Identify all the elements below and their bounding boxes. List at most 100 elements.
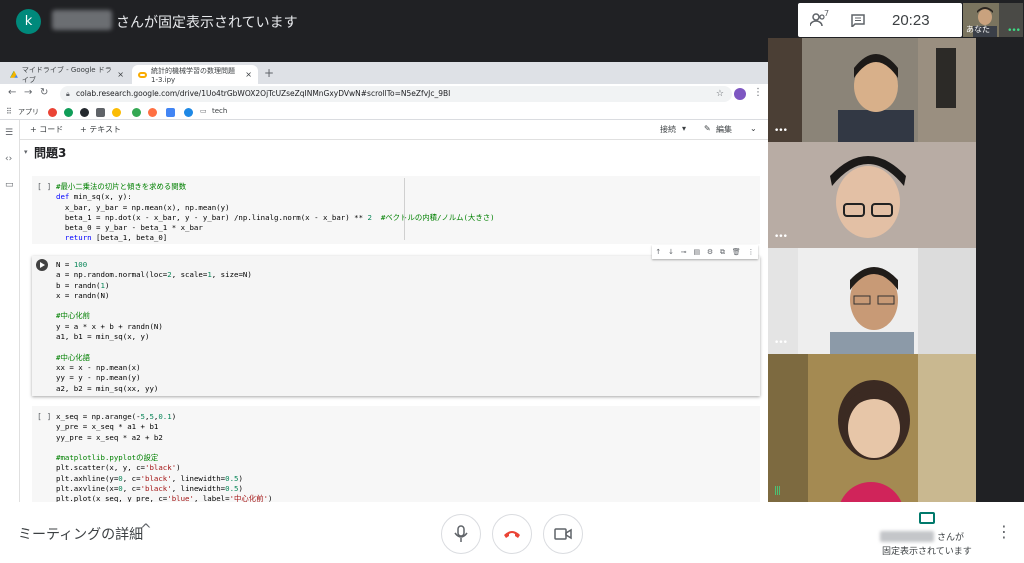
people-button[interactable]: 7 [798,3,838,37]
hangup-button[interactable] [492,514,532,554]
close-tab-icon[interactable]: × [117,70,124,79]
bookmark-apps[interactable]: アプリ [18,107,39,117]
code-cell-3[interactable]: [ ] x_seq = np.arange(-5,5,0.1) y_pre = x… [32,406,760,502]
bookmark-tech[interactable]: tech [212,107,227,115]
self-audio-indicator: ••• [1007,26,1021,36]
url-field[interactable]: 🔒︎ colab.research.google.com/drive/1Uo4t… [60,86,732,102]
participant-count: 7 [824,9,830,18]
code-line: yy = y - np.mean(y) [56,373,141,383]
github-icon[interactable] [80,108,89,117]
chat-button[interactable] [838,3,878,37]
files-icon[interactable]: ▭ [5,180,14,190]
folder-icon: ▭ [200,107,207,115]
add-text-button[interactable]: + テキスト [80,124,121,135]
link-icon[interactable]: ⊸ [681,248,687,256]
connect-dropdown-icon[interactable]: ▾ [682,124,686,133]
url-text: colab.research.google.com/drive/1Uo4trGb… [76,89,451,98]
settings-icon[interactable]: ⚙ [707,248,713,256]
chat-icon [851,13,865,27]
blurred-presenter-name [880,531,934,542]
code-line: return [beta_1, beta_0] [64,233,168,243]
bookmark-icon-1[interactable] [48,108,57,117]
bookmark-icon-9[interactable] [184,108,193,117]
tab-title: マイドライブ - Google ドライブ [21,65,112,84]
code-line: #matplotlib.pyplotの設定 [56,453,159,463]
participant-tile-1[interactable]: ••• [768,38,976,142]
comment-icon[interactable]: ▤ [693,248,700,256]
more-vert-icon[interactable]: ⋮ [996,522,1012,541]
more-icon[interactable]: ⋮ [748,248,755,256]
browser-tabstrip: マイドライブ - Google ドライブ × 統計的機械学習の数理問題1-3.i… [0,62,768,84]
bookmark-icon-8[interactable] [166,108,175,117]
code-line: yy_pre = x_seq * a2 + b2 [56,432,163,442]
meeting-details-button[interactable]: ミーティングの詳細 [18,524,143,544]
section-collapse-icon[interactable]: ▾ [24,148,28,156]
code-snippets-icon[interactable]: ‹› [5,154,12,164]
code-line: a2, b2 = min_sq(xx, yy) [56,383,159,393]
chevron-up-icon[interactable]: ^ [140,522,152,538]
bookmark-icon-4[interactable] [96,108,105,117]
bookmark-icon-7[interactable] [148,108,157,117]
bookmark-icon-2[interactable] [64,108,73,117]
shared-screen: マイドライブ - Google ドライブ × 統計的機械学習の数理問題1-3.i… [0,62,768,502]
move-up-icon[interactable]: ↑ [655,248,661,256]
move-down-icon[interactable]: ↓ [668,248,674,256]
forward-icon[interactable]: → [24,87,32,98]
presenting-label-line2: 固定表示されています [882,547,972,557]
code-line: beta_1 = np.dot(x - x_bar, y - y_bar) /n… [56,212,495,222]
code-line: plt.scatter(x, y, c='black') [56,463,181,473]
bookmark-star-icon[interactable]: ☆ [716,86,724,102]
run-cell-button[interactable] [36,259,48,271]
cell-bracket: [ ] [37,182,52,191]
delete-icon[interactable]: 🗑︎ [732,248,741,256]
mirror-icon[interactable]: ⧉ [720,248,725,257]
bookmark-icon-6[interactable] [132,108,141,117]
toc-icon[interactable]: ☰ [5,128,13,138]
new-tab-button[interactable]: + [264,66,274,80]
back-icon[interactable]: ← [8,87,16,98]
mic-button[interactable] [441,514,481,554]
cell-toolbar: ↑ ↓ ⊸ ▤ ⚙ ⧉ 🗑︎ ⋮ [652,245,758,259]
code-editor[interactable]: N = 100 a = np.random.normal(loc=2, scale… [56,260,252,394]
section-heading: 問題3 [34,146,67,160]
add-code-button[interactable]: + コード [30,124,63,135]
code-editor[interactable]: x_seq = np.arange(-5,5,0.1) y_pre = x_seq… [56,412,272,502]
profile-avatar[interactable] [734,88,746,100]
drive-icon [10,70,18,78]
colab-left-sidebar: ☰ ‹› ▭ [0,120,20,502]
code-editor[interactable]: #最小二乗法の切片と傾きを求める関数 def min_sq(x, y): x_ba… [56,182,495,244]
audio-indicator: ••• [774,338,788,348]
participant-tile-2[interactable]: ••• [768,142,976,248]
line-ruler [404,178,405,240]
connect-button[interactable]: 接続 [660,124,676,135]
code-line: y_pre = x_seq * a1 + b1 [56,422,159,432]
camera-icon [554,528,572,540]
audio-indicator: ••• [774,126,788,136]
participant-tile-4[interactable]: ||| [768,354,976,502]
collapse-toolbar-icon[interactable]: ⌄ [750,124,757,133]
address-bar: ← → ↻ 🔒︎ colab.research.google.com/drive… [0,84,768,104]
code-line: a = np.random.normal(loc=2, scale=1, siz… [56,270,252,280]
browser-menu-icon[interactable]: ⋮ [753,87,763,98]
code-cell-2[interactable]: N = 100 a = np.random.normal(loc=2, scale… [32,256,760,396]
colab-notebook: ☰ ‹› ▭ + コード + テキスト 接続 ▾ ✎ 編集 ⌄ ▾ 問題3 [ … [0,120,768,502]
close-tab-icon[interactable]: × [245,70,252,79]
bookmark-icon-5[interactable] [112,108,121,117]
tab-google-drive[interactable]: マイドライブ - Google ドライブ × [4,65,130,84]
code-line: def min_sq(x, y): [56,192,132,202]
tab-title: 統計的機械学習の数理問題1-3.ipy [151,66,235,84]
right-strip [976,38,1024,502]
code-line: x = randn(N) [56,290,110,300]
apps-grid-icon: ⠿ [6,107,12,116]
speaking-indicator: ||| [774,486,781,496]
code-cell-1[interactable]: [ ] #最小二乗法の切片と傾きを求める関数 def min_sq(x, y): … [32,176,760,244]
camera-button[interactable] [543,514,583,554]
present-icon[interactable] [919,512,935,524]
participant-video [768,354,976,502]
participant-tile-3[interactable]: ••• [768,248,976,354]
participant-video [768,38,976,142]
reload-icon[interactable]: ↻ [40,87,48,98]
self-view-tile[interactable]: あなた ••• [963,3,1023,37]
edit-button[interactable]: 編集 [716,124,732,135]
tab-colab[interactable]: 統計的機械学習の数理問題1-3.ipy × [132,65,258,84]
